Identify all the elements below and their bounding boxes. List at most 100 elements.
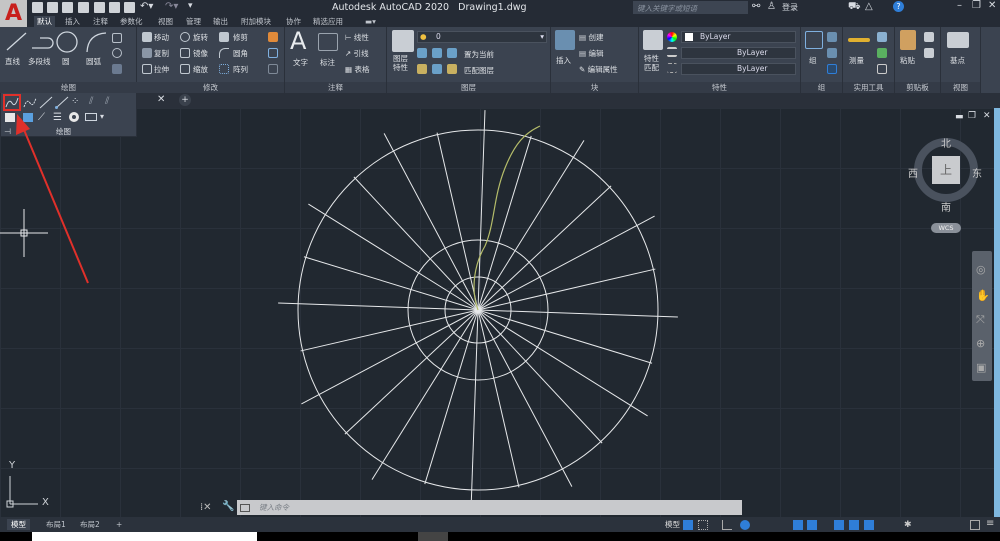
customize-menu-icon[interactable]: ≡ bbox=[986, 518, 996, 529]
paste-button[interactable]: 粘贴 bbox=[900, 55, 915, 66]
undo-icon[interactable]: ↶▾ bbox=[140, 1, 153, 12]
move-button[interactable]: 移动 bbox=[154, 32, 169, 43]
tab-addins[interactable]: 附加模块 bbox=[238, 16, 274, 27]
viewport-minimize-icon[interactable]: ▬ bbox=[955, 112, 964, 122]
radial-line[interactable] bbox=[278, 302, 479, 311]
tab-annotate[interactable]: 注释 bbox=[90, 16, 111, 27]
panel-title-layers[interactable]: 图层 bbox=[387, 82, 550, 93]
annotation-autoscale-icon[interactable] bbox=[864, 520, 874, 530]
arc-button[interactable]: 圆弧 bbox=[86, 56, 101, 67]
command-line[interactable]: 键入命令 bbox=[237, 500, 742, 515]
panel-title-properties[interactable]: 特性 bbox=[639, 82, 800, 93]
radial-line[interactable] bbox=[477, 135, 532, 311]
radial-line[interactable] bbox=[308, 203, 479, 311]
taskbar-item[interactable] bbox=[32, 532, 257, 541]
layer-properties-button[interactable]: 图层特性 bbox=[393, 54, 413, 72]
panel-title-modify[interactable]: 修改 bbox=[137, 82, 284, 93]
rotate-button[interactable]: 旋转 bbox=[193, 32, 208, 43]
radial-line[interactable] bbox=[300, 309, 479, 352]
print-icon[interactable] bbox=[124, 2, 135, 13]
id-point-icon[interactable] bbox=[877, 64, 887, 74]
open-icon[interactable] bbox=[47, 2, 58, 13]
fillet-button[interactable]: 圆角 bbox=[233, 48, 248, 59]
paste-icon[interactable] bbox=[900, 30, 916, 50]
group-button[interactable]: 组 bbox=[809, 55, 817, 66]
snap-icon[interactable] bbox=[698, 520, 708, 530]
layout-tab-model[interactable]: 模型 bbox=[7, 519, 30, 530]
insert-button[interactable]: 插入 bbox=[556, 55, 571, 66]
radial-line[interactable] bbox=[477, 309, 678, 318]
fullscreen-icon[interactable] bbox=[970, 520, 980, 530]
radial-line[interactable] bbox=[477, 215, 655, 311]
mirror-button[interactable]: 镜像 bbox=[193, 48, 208, 59]
close-tab-icon[interactable]: ✕ bbox=[157, 94, 165, 105]
a360-icon[interactable]: △ bbox=[865, 1, 873, 12]
search-input[interactable]: 键入关键字或短语 bbox=[633, 1, 748, 14]
radial-line[interactable] bbox=[477, 309, 648, 417]
tab-featured[interactable]: 精选应用 bbox=[310, 16, 346, 27]
circle-button[interactable]: 圆 bbox=[62, 56, 70, 67]
radial-line[interactable] bbox=[383, 133, 479, 311]
orbit-icon[interactable]: ⊕ bbox=[976, 337, 985, 350]
chevron-down-icon[interactable]: ▾ bbox=[100, 112, 104, 121]
radial-line[interactable] bbox=[436, 132, 479, 311]
line-icon[interactable] bbox=[4, 30, 30, 54]
layer-tool-icon[interactable] bbox=[417, 64, 427, 74]
restore-icon[interactable]: ❐ bbox=[972, 0, 981, 11]
workspace-icon[interactable]: ✱ bbox=[904, 520, 914, 530]
group-icon[interactable] bbox=[805, 31, 823, 49]
radial-line[interactable] bbox=[477, 110, 486, 311]
plot-icon[interactable] bbox=[94, 2, 105, 13]
cut-icon[interactable] bbox=[924, 32, 934, 42]
vertical-scrollbar[interactable] bbox=[994, 108, 1000, 517]
trim-button[interactable]: 修剪 bbox=[233, 32, 248, 43]
layer-tool-icon[interactable] bbox=[432, 48, 442, 58]
color-wheel-icon[interactable] bbox=[667, 32, 677, 42]
create-block-button[interactable]: ▤ 创建 bbox=[579, 32, 603, 43]
steering-wheel-icon[interactable]: ◎ bbox=[976, 263, 986, 276]
rectangle-icon[interactable] bbox=[112, 33, 122, 43]
tab-view[interactable]: 视图 bbox=[155, 16, 176, 27]
user-icon[interactable]: ♙ bbox=[767, 1, 776, 12]
viewcube-north[interactable]: 北 bbox=[941, 135, 951, 150]
zoom-extents-icon[interactable]: ⤧ bbox=[976, 313, 985, 327]
offset-icon[interactable] bbox=[268, 48, 278, 58]
new-icon[interactable] bbox=[32, 2, 43, 13]
dimension-button[interactable]: 标注 bbox=[320, 57, 335, 68]
minimize-icon[interactable]: – bbox=[957, 0, 962, 11]
panel-title-annotation[interactable]: 注释 bbox=[285, 82, 386, 93]
tab-default[interactable]: 默认 bbox=[34, 16, 55, 27]
insert-block-icon[interactable] bbox=[555, 30, 575, 50]
measure-button[interactable]: 测量 bbox=[849, 55, 864, 66]
model-space-button[interactable]: 模型 bbox=[661, 519, 684, 530]
viewcube-east[interactable]: 东 bbox=[972, 165, 982, 180]
osnap-track-icon[interactable] bbox=[793, 520, 803, 530]
annotation-visibility-icon[interactable] bbox=[834, 520, 844, 530]
taskbar-item[interactable] bbox=[418, 532, 448, 541]
command-close-icon[interactable]: ⁞✕ bbox=[200, 502, 212, 513]
match-properties-button[interactable]: 特性匹配 bbox=[644, 54, 664, 72]
measure-icon[interactable] bbox=[848, 38, 870, 42]
panel-title-groups[interactable]: 组 bbox=[801, 82, 842, 93]
wrench-icon[interactable]: 🔧 bbox=[222, 501, 234, 512]
radial-line[interactable] bbox=[371, 309, 479, 480]
group-selection-icon[interactable] bbox=[827, 64, 837, 74]
tab-output[interactable]: 输出 bbox=[210, 16, 231, 27]
layout-tab-layout1[interactable]: 布局1 bbox=[42, 519, 70, 530]
radial-line[interactable] bbox=[477, 309, 653, 364]
redo-icon[interactable]: ↷▾ bbox=[165, 1, 178, 12]
base-point-button[interactable]: 基点 bbox=[950, 55, 965, 66]
share-icon[interactable] bbox=[109, 2, 120, 13]
tab-insert[interactable]: 插入 bbox=[62, 16, 83, 27]
radial-line[interactable] bbox=[344, 309, 479, 435]
radial-line[interactable] bbox=[477, 268, 656, 311]
app-logo[interactable]: A bbox=[0, 0, 27, 27]
layer-tool-icon[interactable] bbox=[432, 64, 442, 74]
radial-line[interactable] bbox=[470, 309, 479, 510]
viewcube-south[interactable]: 南 bbox=[941, 199, 951, 214]
polar-icon[interactable] bbox=[740, 520, 750, 530]
wcs-menu[interactable]: WCS bbox=[931, 223, 961, 233]
copy-button[interactable]: 复制 bbox=[154, 48, 169, 59]
radial-line[interactable] bbox=[477, 140, 585, 311]
viewcube-west[interactable]: 西 bbox=[908, 165, 918, 180]
